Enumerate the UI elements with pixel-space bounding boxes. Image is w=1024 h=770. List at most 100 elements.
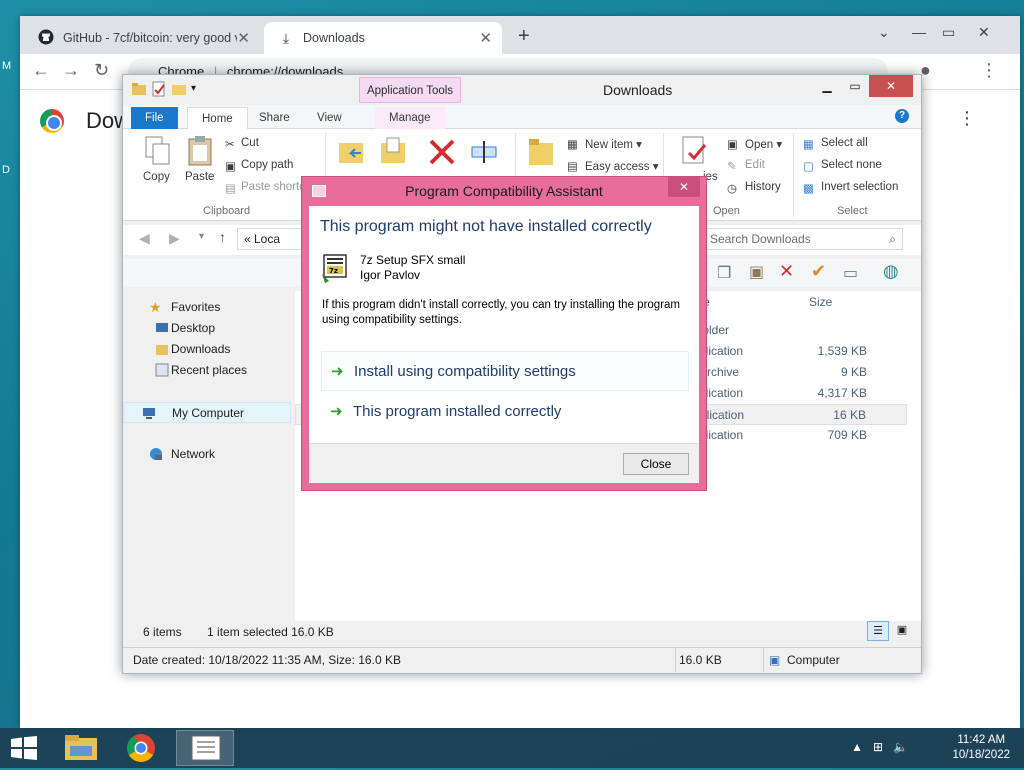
select-none-icon[interactable]: ▢ — [803, 159, 814, 173]
paste-shortcut-button[interactable]: Paste shortc — [241, 181, 305, 193]
dialog-description: If this program didn't install correctly… — [322, 299, 680, 326]
close-icon[interactable]: ✕ — [668, 177, 700, 197]
cut-icon[interactable]: ✂ — [225, 137, 235, 151]
easy-access-icon[interactable]: ▤ — [567, 159, 578, 173]
new-folder-icon[interactable] — [527, 135, 557, 167]
move-to-icon[interactable] — [337, 135, 367, 167]
easy-access-button[interactable]: Easy access ▾ — [585, 159, 659, 173]
rename-icon[interactable]: ▭ — [843, 263, 858, 283]
taskbar-file-explorer[interactable] — [52, 730, 110, 766]
help-icon[interactable]: ? — [895, 109, 909, 123]
clipboard-group-label: Clipboard — [203, 205, 251, 217]
taskbar-chrome[interactable] — [112, 730, 170, 766]
network-icon[interactable]: ⊞ — [873, 740, 883, 754]
forward-icon[interactable]: → — [62, 60, 80, 81]
paste-icon[interactable]: ▣ — [749, 262, 764, 282]
new-folder-icon[interactable] — [171, 81, 187, 97]
tab-file[interactable]: File — [131, 107, 178, 129]
copy-button[interactable]: Copy — [143, 171, 170, 183]
clock-date: 10/18/2022 — [952, 749, 1010, 761]
reload-icon[interactable]: ↻ — [94, 60, 109, 81]
clock[interactable]: 11:42 AM 10/18/2022 — [952, 733, 1010, 763]
back-icon[interactable]: ◀ — [139, 230, 150, 247]
large-icons-view-icon[interactable]: ▣ — [891, 621, 913, 641]
paste-icon[interactable] — [185, 135, 215, 167]
copy-path-icon[interactable]: ▣ — [225, 159, 236, 173]
sidebar-item-label: Downloads — [171, 342, 231, 356]
tab-manage[interactable]: Manage — [375, 107, 445, 129]
properties-icon[interactable] — [679, 135, 709, 167]
paste-shortcut-icon[interactable]: ▤ — [225, 181, 236, 195]
open-icon[interactable]: ▣ — [727, 137, 738, 151]
invert-selection-button[interactable]: Invert selection — [821, 181, 898, 193]
install-compat-button[interactable]: ➜ Install using compatibility settings — [321, 351, 689, 391]
svg-text:7z: 7z — [329, 267, 338, 275]
delete-icon[interactable]: ✕ — [779, 261, 794, 282]
close-window-icon[interactable]: ✕ — [978, 24, 990, 41]
chevron-down-icon[interactable]: ▾ — [191, 81, 207, 97]
copy-icon[interactable] — [143, 135, 173, 167]
close-icon[interactable]: ✕ — [237, 29, 250, 47]
close-button[interactable]: Close — [623, 453, 689, 475]
close-icon[interactable]: ✕ — [479, 29, 492, 47]
volume-icon[interactable]: 🔈 — [893, 740, 908, 754]
history-icon[interactable]: ◷ — [727, 181, 737, 195]
installed-correctly-button[interactable]: ➜ This program installed correctly — [321, 392, 689, 432]
sidebar-item-label: Network — [171, 447, 216, 461]
minimize-icon[interactable]: — — [912, 24, 926, 40]
details-size: 16.0 KB — [679, 653, 722, 667]
column-header-size[interactable]: Size — [809, 295, 832, 309]
copy-icon[interactable]: ❐ — [717, 263, 731, 283]
taskbar-notes[interactable] — [176, 730, 234, 766]
globe-icon[interactable]: ◍ — [883, 261, 899, 282]
minimize-icon[interactable]: ▁ — [813, 75, 841, 97]
back-icon[interactable]: ← — [32, 60, 50, 81]
paste-button[interactable]: Paste — [185, 171, 214, 183]
more-options-icon[interactable]: ⋮ — [958, 108, 976, 129]
tab-search-icon[interactable]: ⌄ — [878, 24, 890, 41]
maximize-icon[interactable]: ▭ — [942, 24, 955, 41]
sidebar-item-recent-places[interactable]: Recent places — [131, 360, 291, 381]
close-icon[interactable]: ✕ — [869, 75, 913, 97]
copy-path-button[interactable]: Copy path — [241, 159, 293, 171]
windows-start-icon[interactable] — [10, 736, 38, 760]
tab-downloads[interactable]: ⤓ Downloads ✕ — [264, 22, 502, 54]
cut-button[interactable]: Cut — [241, 137, 259, 149]
show-hidden-icons-icon[interactable]: ▲ — [851, 740, 863, 754]
forward-icon[interactable]: ▶ — [169, 230, 180, 247]
folder-icon[interactable] — [131, 81, 147, 97]
invert-selection-icon[interactable]: ▩ — [803, 181, 814, 195]
delete-icon[interactable] — [427, 135, 457, 167]
history-button[interactable]: History — [745, 181, 781, 193]
details-view-icon[interactable]: ☰ — [867, 621, 889, 641]
sidebar-item-desktop[interactable]: Desktop — [131, 318, 291, 339]
recent-locations-icon[interactable]: ▾ — [199, 231, 204, 242]
sidebar-item-downloads[interactable]: Downloads — [131, 339, 291, 360]
open-button[interactable]: Open ▾ — [745, 137, 782, 151]
new-tab-button[interactable]: + — [518, 25, 530, 48]
new-item-button[interactable]: New item ▾ — [585, 137, 642, 151]
new-item-icon[interactable]: ▦ — [567, 137, 578, 151]
select-all-icon[interactable]: ▦ — [803, 137, 814, 151]
sidebar-item-favorites[interactable]: ★ Favorites — [131, 297, 291, 318]
maximize-icon[interactable]: ▭ — [841, 75, 869, 97]
edit-icon[interactable]: ✎ — [727, 159, 737, 173]
sidebar-item-network[interactable]: Network — [131, 444, 291, 465]
address-bar[interactable]: « Loca — [237, 228, 303, 250]
menu-icon[interactable]: ⋮ — [980, 60, 998, 81]
tab-share[interactable]: Share — [245, 107, 304, 129]
select-none-button[interactable]: Select none — [821, 159, 882, 171]
checkmark-icon[interactable]: ✔ — [811, 261, 826, 282]
tab-home[interactable]: Home — [187, 107, 248, 129]
tab-github[interactable]: GitHub - 7cf/bitcoin: very good v ✕ — [24, 22, 260, 54]
select-all-button[interactable]: Select all — [821, 137, 868, 149]
tab-view[interactable]: View — [303, 107, 356, 129]
edit-button[interactable]: Edit — [745, 159, 765, 171]
search-input[interactable]: Search Downloads ⌕ — [705, 228, 903, 250]
properties-icon[interactable] — [151, 81, 167, 97]
copy-to-icon[interactable] — [379, 135, 409, 167]
up-icon[interactable]: ↑ — [219, 229, 226, 245]
rename-icon[interactable] — [469, 135, 499, 167]
sidebar-item-my-computer[interactable]: My Computer — [123, 402, 291, 423]
status-bar: 6 items 1 item selected 16.0 KB — [143, 625, 334, 639]
